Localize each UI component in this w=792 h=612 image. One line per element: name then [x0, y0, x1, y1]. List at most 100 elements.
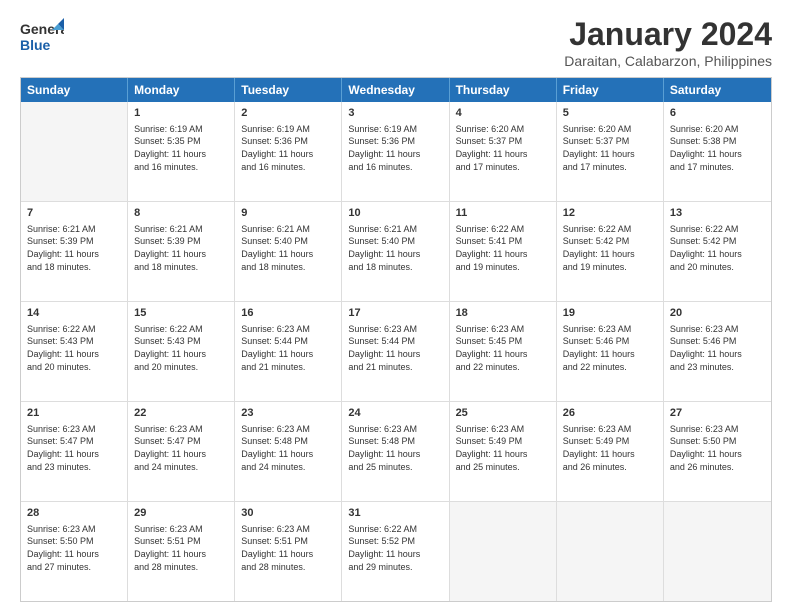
day-number: 10 — [348, 206, 442, 221]
calendar-cell: 16Sunrise: 6:23 AM Sunset: 5:44 PM Dayli… — [235, 302, 342, 401]
day-number: 17 — [348, 306, 442, 321]
day-info: Sunrise: 6:23 AM Sunset: 5:51 PM Dayligh… — [241, 523, 335, 573]
header-friday: Friday — [557, 78, 664, 102]
calendar-cell: 31Sunrise: 6:22 AM Sunset: 5:52 PM Dayli… — [342, 502, 449, 601]
day-info: Sunrise: 6:23 AM Sunset: 5:48 PM Dayligh… — [348, 423, 442, 473]
day-number: 22 — [134, 406, 228, 421]
logo: General Blue — [20, 16, 64, 56]
day-info: Sunrise: 6:23 AM Sunset: 5:46 PM Dayligh… — [563, 323, 657, 373]
calendar-cell: 19 Sunrise: 6:23 AM Sunset: 5:46 PM Dayli… — [557, 302, 664, 401]
svg-text:Blue: Blue — [20, 37, 51, 53]
calendar-cell: 6 Sunrise: 6:20 AM Sunset: 5:38 PM Daylig… — [664, 102, 771, 201]
day-info: Sunrise: 6:23 AM Sunset: 5:46 PM Dayligh… — [670, 323, 765, 373]
calendar-cell — [557, 502, 664, 601]
page: General Blue January 2024 Daraitan, Cala… — [0, 0, 792, 612]
calendar-cell: 3 Sunrise: 6:19 AM Sunset: 5:36 PM Daylig… — [342, 102, 449, 201]
day-number: 7 — [27, 206, 121, 221]
calendar-week-2: 7 Sunrise: 6:21 AM Sunset: 5:39 PM Daylig… — [21, 202, 771, 302]
day-info: Sunrise: 6:21 AM Sunset: 5:39 PM Dayligh… — [134, 223, 228, 273]
day-number: 8 — [134, 206, 228, 221]
day-number: 12 — [563, 206, 657, 221]
day-info: Sunrise: 6:23 AM Sunset: 5:44 PM Dayligh… — [348, 323, 442, 373]
day-number: 20 — [670, 306, 765, 321]
day-number: 24 — [348, 406, 442, 421]
day-info: Sunrise: 6:23 AM Sunset: 5:50 PM Dayligh… — [27, 523, 121, 573]
day-number: 14 — [27, 306, 121, 321]
day-number: 6 — [670, 106, 765, 121]
day-info: Sunrise: 6:23 AM Sunset: 5:49 PM Dayligh… — [456, 423, 550, 473]
day-number: 13 — [670, 206, 765, 221]
day-info: Sunrise: 6:23 AM Sunset: 5:48 PM Dayligh… — [241, 423, 335, 473]
day-info: Sunrise: 6:20 AM Sunset: 5:37 PM Dayligh… — [563, 123, 657, 173]
calendar-week-5: 28 Sunrise: 6:23 AM Sunset: 5:50 PM Dayli… — [21, 502, 771, 601]
calendar-cell: 8 Sunrise: 6:21 AM Sunset: 5:39 PM Daylig… — [128, 202, 235, 301]
day-info: Sunrise: 6:21 AM Sunset: 5:40 PM Dayligh… — [241, 223, 335, 273]
calendar-cell: 13 Sunrise: 6:22 AM Sunset: 5:42 PM Dayli… — [664, 202, 771, 301]
calendar-cell: 22 Sunrise: 6:23 AM Sunset: 5:47 PM Dayli… — [128, 402, 235, 501]
calendar-cell: 5 Sunrise: 6:20 AM Sunset: 5:37 PM Daylig… — [557, 102, 664, 201]
day-number: 16 — [241, 306, 335, 321]
day-number: 21 — [27, 406, 121, 421]
calendar-cell: 18Sunrise: 6:23 AM Sunset: 5:45 PM Dayli… — [450, 302, 557, 401]
calendar-cell: 10 Sunrise: 6:21 AM Sunset: 5:40 PM Dayli… — [342, 202, 449, 301]
day-number: 1 — [134, 106, 228, 121]
day-number: 28 — [27, 506, 121, 521]
day-info: Sunrise: 6:22 AM Sunset: 5:43 PM Dayligh… — [134, 323, 228, 373]
day-info: Sunrise: 6:21 AM Sunset: 5:40 PM Dayligh… — [348, 223, 442, 273]
calendar-cell: 24 Sunrise: 6:23 AM Sunset: 5:48 PM Dayli… — [342, 402, 449, 501]
calendar-cell: 27 Sunrise: 6:23 AM Sunset: 5:50 PM Dayli… — [664, 402, 771, 501]
day-info: Sunrise: 6:20 AM Sunset: 5:38 PM Dayligh… — [670, 123, 765, 173]
calendar-header: Sunday Monday Tuesday Wednesday Thursday… — [21, 78, 771, 102]
calendar-week-3: 14 Sunrise: 6:22 AM Sunset: 5:43 PM Dayli… — [21, 302, 771, 402]
header-sunday: Sunday — [21, 78, 128, 102]
calendar-cell: 20 Sunrise: 6:23 AM Sunset: 5:46 PM Dayli… — [664, 302, 771, 401]
day-number: 4 — [456, 106, 550, 121]
calendar-cell: 29Sunrise: 6:23 AM Sunset: 5:51 PM Dayli… — [128, 502, 235, 601]
day-info: Sunrise: 6:19 AM Sunset: 5:35 PM Dayligh… — [134, 123, 228, 173]
calendar-cell: 21 Sunrise: 6:23 AM Sunset: 5:47 PM Dayli… — [21, 402, 128, 501]
calendar-cell: 2 Sunrise: 6:19 AM Sunset: 5:36 PM Daylig… — [235, 102, 342, 201]
calendar-cell: 28 Sunrise: 6:23 AM Sunset: 5:50 PM Dayli… — [21, 502, 128, 601]
day-number: 29 — [134, 506, 228, 521]
day-number: 23 — [241, 406, 335, 421]
day-number: 19 — [563, 306, 657, 321]
calendar-cell: 26Sunrise: 6:23 AM Sunset: 5:49 PM Dayli… — [557, 402, 664, 501]
calendar-cell: 14Sunrise: 6:22 AM Sunset: 5:43 PM Dayli… — [21, 302, 128, 401]
calendar-week-1: 1 Sunrise: 6:19 AM Sunset: 5:35 PM Daylig… — [21, 102, 771, 202]
calendar-week-4: 21 Sunrise: 6:23 AM Sunset: 5:47 PM Dayli… — [21, 402, 771, 502]
calendar-cell: 1 Sunrise: 6:19 AM Sunset: 5:35 PM Daylig… — [128, 102, 235, 201]
calendar-cell — [664, 502, 771, 601]
day-number: 5 — [563, 106, 657, 121]
day-info: Sunrise: 6:22 AM Sunset: 5:42 PM Dayligh… — [670, 223, 765, 273]
day-info: Sunrise: 6:23 AM Sunset: 5:47 PM Dayligh… — [27, 423, 121, 473]
day-info: Sunrise: 6:19 AM Sunset: 5:36 PM Dayligh… — [241, 123, 335, 173]
header: General Blue January 2024 Daraitan, Cala… — [20, 16, 772, 69]
calendar-cell: 23 Sunrise: 6:23 AM Sunset: 5:48 PM Dayli… — [235, 402, 342, 501]
calendar-title: January 2024 — [564, 16, 772, 53]
calendar-body: 1 Sunrise: 6:19 AM Sunset: 5:35 PM Daylig… — [21, 102, 771, 601]
calendar-cell: 25 Sunrise: 6:23 AM Sunset: 5:49 PM Dayli… — [450, 402, 557, 501]
calendar-cell: 15Sunrise: 6:22 AM Sunset: 5:43 PM Dayli… — [128, 302, 235, 401]
day-number: 27 — [670, 406, 765, 421]
day-number: 3 — [348, 106, 442, 121]
day-number: 26 — [563, 406, 657, 421]
calendar-subtitle: Daraitan, Calabarzon, Philippines — [564, 53, 772, 69]
calendar: Sunday Monday Tuesday Wednesday Thursday… — [20, 77, 772, 602]
day-number: 2 — [241, 106, 335, 121]
day-info: Sunrise: 6:20 AM Sunset: 5:37 PM Dayligh… — [456, 123, 550, 173]
calendar-cell: 17 Sunrise: 6:23 AM Sunset: 5:44 PM Dayli… — [342, 302, 449, 401]
day-number: 25 — [456, 406, 550, 421]
calendar-cell: 30Sunrise: 6:23 AM Sunset: 5:51 PM Dayli… — [235, 502, 342, 601]
day-info: Sunrise: 6:23 AM Sunset: 5:50 PM Dayligh… — [670, 423, 765, 473]
title-block: January 2024 Daraitan, Calabarzon, Phili… — [564, 16, 772, 69]
header-tuesday: Tuesday — [235, 78, 342, 102]
day-info: Sunrise: 6:23 AM Sunset: 5:47 PM Dayligh… — [134, 423, 228, 473]
header-thursday: Thursday — [450, 78, 557, 102]
header-saturday: Saturday — [664, 78, 771, 102]
calendar-cell: 9 Sunrise: 6:21 AM Sunset: 5:40 PM Daylig… — [235, 202, 342, 301]
day-info: Sunrise: 6:19 AM Sunset: 5:36 PM Dayligh… — [348, 123, 442, 173]
calendar-cell: 4 Sunrise: 6:20 AM Sunset: 5:37 PM Daylig… — [450, 102, 557, 201]
day-number: 11 — [456, 206, 550, 221]
day-number: 9 — [241, 206, 335, 221]
calendar-cell: 11Sunrise: 6:22 AM Sunset: 5:41 PM Dayli… — [450, 202, 557, 301]
